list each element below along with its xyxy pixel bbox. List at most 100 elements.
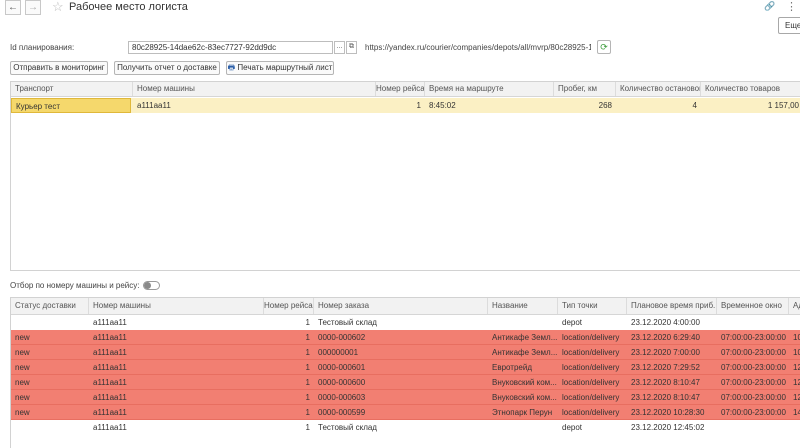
- table-cell[interactable]: 14: [789, 405, 800, 420]
- planning-url-link[interactable]: https://yandex.ru/courier/companies/depo…: [365, 43, 591, 52]
- table-cell[interactable]: location/delivery: [558, 375, 627, 390]
- table-cell[interactable]: 1: [264, 375, 314, 390]
- table-row[interactable]: new а111аа11 1 0000-000601 Евротрейд location…: [11, 360, 800, 375]
- table-row[interactable]: а111аа11 1 Тестовый склад depot 23.12.2020 1…: [11, 420, 800, 435]
- table-cell[interactable]: Внуковский ком...: [488, 375, 558, 390]
- column-header[interactable]: Статус доставки: [11, 298, 89, 314]
- column-header[interactable]: Номер машины: [89, 298, 264, 314]
- table-cell[interactable]: 0000-000599: [314, 405, 488, 420]
- table-cell[interactable]: [488, 315, 558, 330]
- table-cell[interactable]: а111аа11: [89, 420, 264, 435]
- open-link-icon[interactable]: ⧉: [346, 41, 357, 54]
- table-cell[interactable]: 23.12.2020 7:29:52: [627, 360, 717, 375]
- select-dots-button[interactable]: ...: [334, 41, 345, 54]
- table-cell[interactable]: 000000001: [314, 345, 488, 360]
- table-cell[interactable]: 12: [789, 360, 800, 375]
- table-cell[interactable]: Внуковский ком...: [488, 390, 558, 405]
- table-cell[interactable]: а111аа11: [89, 315, 264, 330]
- table-cell[interactable]: 07:00:00-23:00:00: [717, 360, 789, 375]
- table-cell[interactable]: 1: [376, 98, 425, 113]
- table-cell[interactable]: а111аа11: [89, 345, 264, 360]
- table-cell[interactable]: new: [11, 360, 89, 375]
- table-cell[interactable]: location/delivery: [558, 390, 627, 405]
- table-row[interactable]: new а111аа11 1 0000-000599 Этнопарк Перун loc…: [11, 405, 800, 420]
- column-header[interactable]: Номер рейса: [264, 298, 314, 314]
- column-header[interactable]: Номер заказа: [314, 298, 488, 314]
- table-cell[interactable]: 23.12.2020 8:10:47: [627, 390, 717, 405]
- table-cell[interactable]: [717, 420, 789, 435]
- column-header[interactable]: Ад: [789, 298, 800, 314]
- column-header[interactable]: Транспорт: [11, 82, 133, 96]
- table-row[interactable]: а111аа11 1 Тестовый склад depot 23.12.2020 4…: [11, 315, 800, 330]
- table-cell[interactable]: 07:00:00-23:00:00: [717, 345, 789, 360]
- table-cell[interactable]: [11, 315, 89, 330]
- table-cell[interactable]: 0000-000603: [314, 390, 488, 405]
- table-cell[interactable]: 23.12.2020 6:29:40: [627, 330, 717, 345]
- table-cell[interactable]: location/delivery: [558, 345, 627, 360]
- table-cell[interactable]: 07:00:00-23:00:00: [717, 390, 789, 405]
- table-cell[interactable]: 268: [554, 98, 616, 113]
- table-cell[interactable]: а111аа11: [89, 390, 264, 405]
- table-cell[interactable]: [789, 420, 800, 435]
- link-icon[interactable]: 🔗: [764, 1, 775, 12]
- table-row[interactable]: new а111аа11 1 000000001 Антикафе Земл... loc…: [11, 345, 800, 360]
- table-cell[interactable]: а111аа11: [89, 405, 264, 420]
- table-cell[interactable]: 12: [789, 390, 800, 405]
- get-delivery-report-button[interactable]: Получить отчет о доставке: [114, 61, 220, 75]
- table-cell[interactable]: location/delivery: [558, 330, 627, 345]
- column-header[interactable]: Номер машины: [133, 82, 376, 96]
- table-cell[interactable]: new: [11, 405, 89, 420]
- table-cell[interactable]: 10: [789, 330, 800, 345]
- table-cell[interactable]: 1: [264, 330, 314, 345]
- print-route-sheet-button[interactable]: 🖶 Печать маршрутный лист: [226, 61, 334, 75]
- table-cell[interactable]: а111аа11: [89, 375, 264, 390]
- table-cell[interactable]: 23.12.2020 7:00:00: [627, 345, 717, 360]
- table-cell[interactable]: 0000-000602: [314, 330, 488, 345]
- table-cell[interactable]: new: [11, 390, 89, 405]
- table-cell[interactable]: 07:00:00-23:00:00: [717, 405, 789, 420]
- table-cell[interactable]: [789, 315, 800, 330]
- refresh-button[interactable]: ⟳: [597, 40, 611, 54]
- table-cell[interactable]: Евротрейд: [488, 360, 558, 375]
- table-cell[interactable]: Этнопарк Перун: [488, 405, 558, 420]
- column-header[interactable]: Время на маршруте: [425, 82, 554, 96]
- planning-id-input[interactable]: 80c28925-14dae62c-83ec7727-92dd9dc: [128, 41, 333, 54]
- table-cell[interactable]: 0000-000601: [314, 360, 488, 375]
- table-cell[interactable]: new: [11, 330, 89, 345]
- forward-button[interactable]: →: [25, 0, 41, 15]
- column-header[interactable]: Количество остановок: [616, 82, 701, 96]
- send-to-monitoring-button[interactable]: Отправить в мониторинг: [10, 61, 108, 75]
- favorite-star-icon[interactable]: ☆: [52, 0, 64, 15]
- table-cell[interactable]: 10: [789, 345, 800, 360]
- column-header[interactable]: Плановое время приб...: [627, 298, 717, 314]
- table-cell[interactable]: 07:00:00-23:00:00: [717, 375, 789, 390]
- table-cell[interactable]: 4: [616, 98, 701, 113]
- column-header[interactable]: Название: [488, 298, 558, 314]
- column-header[interactable]: Номер рейса: [376, 82, 425, 96]
- table-cell[interactable]: depot: [558, 420, 627, 435]
- table-cell[interactable]: 23.12.2020 10:28:30: [627, 405, 717, 420]
- table-cell[interactable]: Антикафе Земл...: [488, 330, 558, 345]
- table-cell[interactable]: Тестовый склад: [314, 420, 488, 435]
- table-cell[interactable]: 1: [264, 345, 314, 360]
- table-cell[interactable]: 23.12.2020 12:45:02: [627, 420, 717, 435]
- table-cell[interactable]: 8:45:02: [425, 98, 554, 113]
- table-cell[interactable]: 1: [264, 315, 314, 330]
- table-cell[interactable]: а111аа11: [89, 360, 264, 375]
- table-cell[interactable]: 23.12.2020 4:00:00: [627, 315, 717, 330]
- table-cell[interactable]: Антикафе Земл...: [488, 345, 558, 360]
- table-cell[interactable]: [488, 420, 558, 435]
- table-cell[interactable]: 0000-000600: [314, 375, 488, 390]
- table-cell[interactable]: 07:00:00-23:00:00: [717, 330, 789, 345]
- table-row[interactable]: new а111аа11 1 0000-000600 Внуковский ком...…: [11, 375, 800, 390]
- more-button[interactable]: Еще: [778, 17, 800, 34]
- table-cell[interactable]: 1: [264, 360, 314, 375]
- table-cell[interactable]: а111аа11: [133, 98, 376, 113]
- table-cell[interactable]: location/delivery: [558, 360, 627, 375]
- table-cell[interactable]: 12: [789, 375, 800, 390]
- column-header[interactable]: Временное окно: [717, 298, 789, 314]
- table-cell[interactable]: location/delivery: [558, 405, 627, 420]
- back-button[interactable]: ←: [5, 0, 21, 15]
- table-cell[interactable]: 1: [264, 405, 314, 420]
- column-header[interactable]: Тип точки: [558, 298, 627, 314]
